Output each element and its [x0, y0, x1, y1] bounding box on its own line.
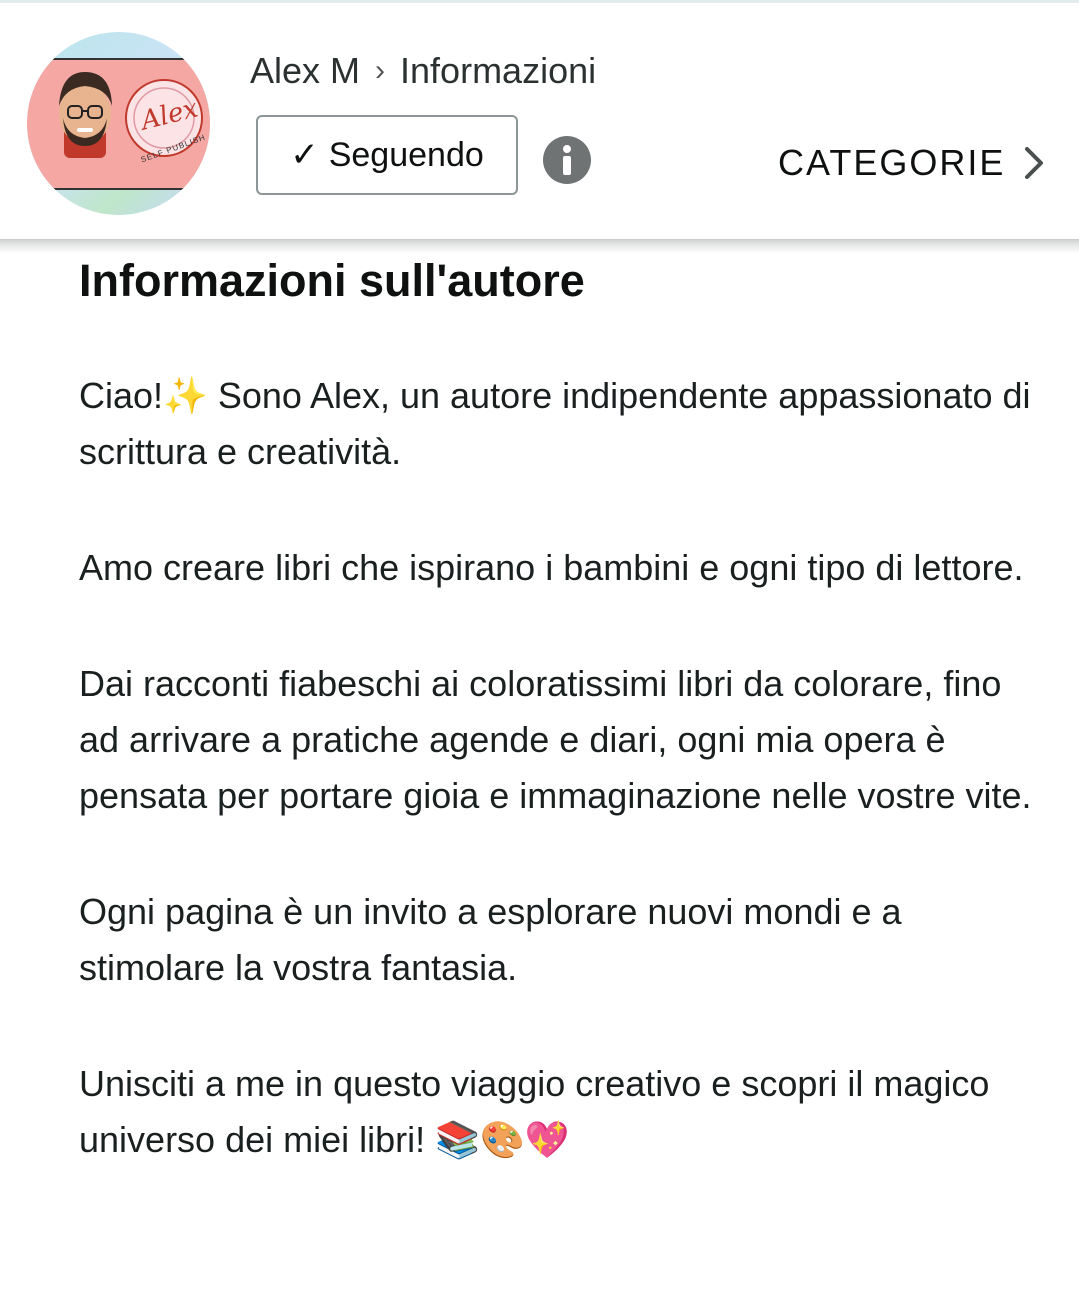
author-avatar[interactable]: Alex SELF PUBLISH: [27, 32, 210, 215]
breadcrumb-author-link[interactable]: Alex M: [250, 50, 360, 92]
breadcrumb-current-page: Informazioni: [400, 50, 597, 91]
bio-paragraph: Dai racconti fiabeschi ai coloratissimi …: [79, 663, 1032, 816]
bio-paragraph: Unisciti a me in questo viaggio creativo…: [79, 1063, 990, 1160]
info-icon[interactable]: [543, 136, 591, 184]
chevron-right-icon: [1025, 147, 1044, 179]
header-divider: [0, 239, 1079, 253]
follow-button[interactable]: ✓ Seguendo: [256, 115, 518, 195]
bio-paragraph: Ciao!✨ Sono Alex, un autore indipendente…: [79, 375, 1031, 472]
page-header: Alex SELF PUBLISH Alex M › Informazioni …: [0, 3, 1079, 239]
page-title: Informazioni sull'autore: [79, 255, 585, 306]
bio-paragraph: Amo creare libri che ispirano i bambini …: [79, 547, 1024, 588]
categories-label: CATEGORIE: [778, 142, 1006, 183]
bio-paragraph: Ogni pagina è un invito a esplorare nuov…: [79, 891, 902, 988]
categories-link[interactable]: CATEGORIE: [778, 139, 1049, 187]
breadcrumb: Alex M › Informazioni: [250, 49, 596, 93]
breadcrumb-separator: ›: [375, 54, 386, 87]
check-icon: ✓: [290, 136, 319, 174]
follow-button-label: Seguendo: [328, 135, 484, 174]
about-section: Informazioni sull'autore Ciao!✨ Sono Ale…: [79, 255, 1039, 1168]
